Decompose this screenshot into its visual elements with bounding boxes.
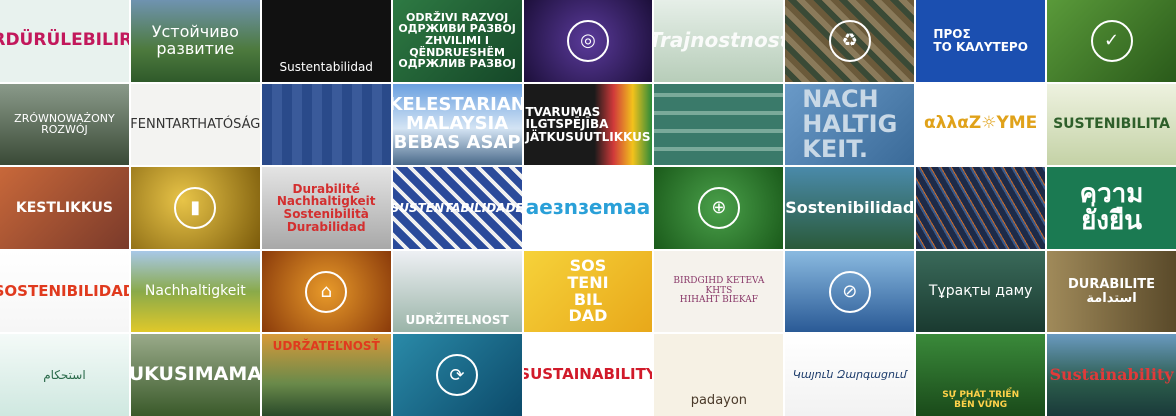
- mosaic-tile-1: SÜRDÜRÜLEBILIRLIK: [0, 0, 129, 82]
- mosaic-tile-44: SỰ PHÁT TRIỂN BỀN VỮNG: [916, 334, 1046, 416]
- mosaic-tile-19: KESTLIKKUS: [0, 167, 129, 249]
- tile-label: DURABILITE استدامة: [1068, 276, 1156, 306]
- chart-icon: ▮: [174, 186, 217, 229]
- mosaic-tile-41: SUSTAINABILITY: [523, 334, 653, 416]
- mosaic-tile-40: ⟳: [392, 334, 522, 416]
- mosaic-tile-32: SOS TENI BIL DAD: [523, 250, 653, 333]
- mosaic-tile-8: ΠΡΟΣ ΤΟ ΚΑΛΥΤΕΡΟ: [916, 0, 1046, 82]
- mosaic-tile-28: SOSTENIBILIDAD: [0, 250, 129, 333]
- mosaic-tile-13: KELESTARIAN MALAYSIA BEBAS ASAP: [392, 83, 522, 166]
- mosaic-tile-7: ♻: [785, 0, 915, 82]
- tile-label: SOSTENIBILIDAD: [0, 281, 129, 300]
- tile-label: TVARUMAS ILGTSPĒJĪBA JÄTKUSUUTLIKKUS: [525, 104, 651, 144]
- head-check-icon: ✓: [1090, 19, 1133, 62]
- mosaic-tile-15: [654, 83, 784, 166]
- tile-label: Тұрақты даму: [928, 283, 1033, 300]
- mosaic-tile-43: Կայուն Զարգացում: [785, 334, 915, 416]
- tile-label: ZRÓWNOWAŻONY ROZWÓJ: [14, 111, 115, 137]
- recycle-icon: ♻: [828, 19, 871, 62]
- tile-label: SÜRDÜRÜLEBILIRLIK: [0, 29, 129, 50]
- tile-label: Trajnostnost: [654, 28, 784, 53]
- mosaic-tile-6: Trajnostnost: [654, 0, 784, 82]
- tile-background: [916, 167, 1046, 249]
- tile-label: UDRŽATEĽNOSŤ: [272, 339, 380, 354]
- mosaic-tile-24: ⊕: [654, 167, 784, 249]
- tile-label: FENNTARTHATÓSÁG: [130, 116, 260, 132]
- mosaic-tile-37: استحکام: [0, 334, 129, 416]
- mosaic-tile-22: SUSTENTABILIDADE: [392, 167, 522, 249]
- mosaic-tile-31: UDRŽITELNOST: [392, 250, 522, 333]
- mosaic-tile-23: aeɜnɜemaa: [523, 167, 653, 249]
- mosaic-tile-20: ▮: [130, 167, 260, 249]
- mosaic-tile-17: αλλαΖ☼ΥΜΕ: [916, 83, 1046, 166]
- tile-background: [654, 83, 784, 166]
- mosaic-tile-5: ◎: [523, 0, 653, 82]
- mosaic-tile-2: Устойчиво развитие: [130, 0, 260, 82]
- tile-label: Sustentabilidad: [279, 60, 373, 74]
- mosaic-tile-38: UKUSIMAMA: [130, 334, 260, 416]
- mosaic-tile-21: Durabilité Nachhaltigkeit Sostenibilità …: [261, 167, 391, 249]
- mosaic-tile-11: FENNTARTHATÓSÁG: [130, 83, 260, 166]
- tile-label: αλλαΖ☼ΥΜΕ: [924, 113, 1038, 134]
- tile-label: NACH HALTIG KEIT.: [802, 84, 898, 163]
- tile-label: BIRDGIHD KETEVA KHTS HIHAHT BIEKAF: [673, 276, 765, 306]
- mosaic-tile-16: NACH HALTIG KEIT.: [785, 83, 915, 166]
- mosaic-tile-39: UDRŽATEĽNOSŤ: [261, 334, 391, 416]
- tile-label: ΠΡΟΣ ΤΟ ΚΑΛΥΤΕΡΟ: [933, 27, 1028, 54]
- mosaic-tile-30: ⌂: [261, 250, 391, 333]
- tile-label: SUSTAINABILITY: [523, 365, 653, 384]
- tile-label: aeɜnɜemaa: [525, 195, 651, 220]
- tile-label: Устойчиво развитие: [151, 22, 239, 58]
- mosaic-tile-33: BIRDGIHD KETEVA KHTS HIHAHT BIEKAF: [654, 250, 784, 333]
- tile-label: Nachhaltigkeit: [144, 283, 246, 300]
- tile-label: SUSTENTABILIDADE: [392, 200, 522, 215]
- mosaic-tile-34: ⊘: [785, 250, 915, 333]
- globe-plant-icon: ⊕: [697, 186, 740, 229]
- tile-background: [261, 83, 391, 166]
- mosaic-tile-36: DURABILITE استدامة: [1047, 250, 1176, 333]
- mosaic-tile-14: TVARUMAS ILGTSPĒJĪBA JÄTKUSUUTLIKKUS: [523, 83, 653, 166]
- tile-label: padayon: [690, 393, 748, 409]
- tile-label: SOS TENI BIL DAD: [567, 256, 609, 326]
- tile-label: Durabilité Nachhaltigkeit Sostenibilità …: [276, 181, 376, 234]
- tile-label: UKUSIMAMA: [130, 363, 260, 386]
- mosaic-tile-3: Sustentabilidad: [261, 0, 391, 82]
- glass-icon: ◎: [566, 19, 609, 62]
- mosaic-tile-25: Sostenibilidad: [785, 167, 915, 249]
- tile-label: KELESTARIAN MALAYSIA BEBAS ASAP: [392, 94, 522, 153]
- tile-label: استحکام: [43, 367, 86, 382]
- mosaic-tile-45: Sustainability: [1047, 334, 1176, 416]
- tile-label: SUSTENIBILITA: [1053, 116, 1170, 133]
- tile-label: Sostenibilidad: [785, 197, 915, 217]
- tile-label: UDRŽITELNOST: [405, 312, 509, 327]
- mosaic-tile-12: [261, 83, 391, 166]
- tile-label: Sustainability: [1049, 364, 1174, 384]
- mosaic-tile-18: SUSTENIBILITA: [1047, 83, 1176, 166]
- mosaic-tile-4: ODRŽIVI RAZVOJ ОДРЖИВИ РАЗВОЈ ZHVILIMI I…: [392, 0, 522, 82]
- mosaic-tile-35: Тұрақты даму: [916, 250, 1046, 333]
- mosaic-tile-10: ZRÓWNOWAŻONY ROZWÓJ: [0, 83, 129, 166]
- tile-label: KESTLIKKUS: [15, 199, 113, 216]
- mosaic-tile-29: Nachhaltigkeit: [130, 250, 260, 333]
- sustainability-mosaic: SÜRDÜRÜLEBILIRLIK Устойчиво развитие Suste…: [0, 0, 1176, 416]
- no-smoking-icon: ⊘: [828, 270, 871, 313]
- tile-label: ODRŽIVI RAZVOJ ОДРЖИВИ РАЗВОЈ ZHVILIMI I…: [398, 10, 516, 71]
- tile-label: Կայուն Զարգացում: [792, 368, 907, 382]
- globe-arrows-icon: ⟳: [436, 354, 479, 397]
- mosaic-tile-27: ความ ยั่งยืน: [1047, 167, 1176, 249]
- mosaic-tile-26: [916, 167, 1046, 249]
- mosaic-tile-9: ✓: [1047, 0, 1176, 82]
- factory-icon: ⌂: [305, 270, 348, 313]
- tile-label: SỰ PHÁT TRIỂN BỀN VỮNG: [942, 390, 1020, 410]
- tile-label: ความ ยั่งยืน: [1079, 178, 1144, 236]
- mosaic-tile-42: padayon: [654, 334, 784, 416]
